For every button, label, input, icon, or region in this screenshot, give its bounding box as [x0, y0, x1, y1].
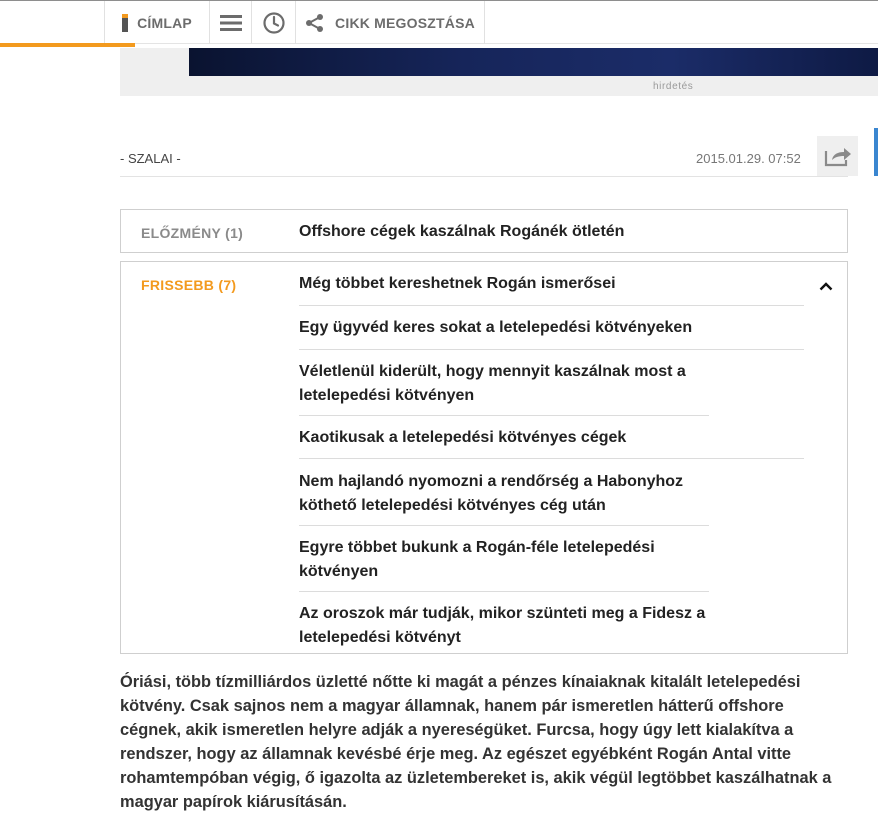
article-link[interactable]: Véletlenül kiderült, hogy mennyit kaszál…: [299, 360, 709, 408]
previous-article-link[interactable]: Offshore cégek kaszálnak Rogánék ötletén: [299, 223, 624, 241]
list-item[interactable]: Az oroszok már tudják, mikor szünteti me…: [299, 592, 759, 657]
newer-articles-list: Még többet kereshetnek Rogán ismerősei E…: [299, 262, 804, 657]
list-item[interactable]: Kaotikusak a letelepedési kötvényes cége…: [299, 416, 804, 459]
share-icon: [306, 13, 324, 32]
previous-articles-box: ELŐZMÉNY (1) Offshore cégek kaszálnak Ro…: [120, 209, 848, 253]
reading-progress-bar: [0, 43, 135, 47]
share-label: CIKK MEGOSZTÁSA: [335, 14, 475, 31]
ad-banner-image[interactable]: [189, 48, 878, 76]
article-link[interactable]: Egy ügyvéd keres sokat a letelepedési kö…: [299, 316, 804, 340]
previous-label: ELŐZMÉNY (1): [141, 225, 244, 241]
newer-articles-box: FRISSEBB (7) Még többet kereshetnek Rogá…: [120, 261, 848, 654]
clock-icon: [262, 11, 285, 34]
share-article-button[interactable]: CIKK MEGOSZTÁSA: [295, 1, 485, 44]
article-link[interactable]: Nem hajlandó nyomozni a rendőrség a Habo…: [299, 470, 709, 518]
article-link[interactable]: Egyre többet bukunk a Rogán-féle letelep…: [299, 536, 709, 584]
article-date: 2015.01.29. 07:52: [696, 151, 801, 166]
top-navigation-bar: CÍMLAP CIKK MEGOSZTÁSA: [0, 0, 878, 44]
home-label: CÍMLAP: [137, 14, 192, 31]
side-accent-strip: [874, 128, 878, 176]
list-item[interactable]: Egyre többet bukunk a Rogán-féle letelep…: [299, 526, 709, 592]
article-author: - SZALAI -: [120, 151, 181, 166]
article-link[interactable]: Kaotikusak a letelepedési kötvényes cége…: [299, 426, 804, 450]
newer-label: FRISSEBB (7): [141, 277, 237, 293]
ad-label: hirdetés: [653, 81, 694, 92]
article-lead-paragraph: Óriási, több tízmilliárdos üzletté nőtte…: [120, 673, 832, 811]
chevron-up-icon: [819, 282, 833, 291]
menu-button[interactable]: [209, 1, 251, 44]
home-link[interactable]: CÍMLAP: [104, 1, 209, 44]
article-link[interactable]: Még többet kereshetnek Rogán ismerősei: [299, 272, 804, 296]
latest-news-button[interactable]: [251, 1, 295, 44]
list-item[interactable]: Nem hajlandó nyomozni a rendőrség a Habo…: [299, 459, 709, 526]
share-arrow-icon: [824, 148, 851, 167]
divider: [120, 176, 848, 177]
home-logo-icon: [122, 13, 129, 32]
share-button[interactable]: [817, 136, 858, 176]
list-item[interactable]: Egy ügyvéd keres sokat a letelepedési kö…: [299, 306, 804, 350]
advertisement: hirdetés: [120, 48, 878, 96]
list-item[interactable]: Véletlenül kiderült, hogy mennyit kaszál…: [299, 350, 709, 416]
hamburger-icon: [219, 14, 242, 31]
list-item[interactable]: Még többet kereshetnek Rogán ismerősei: [299, 262, 804, 306]
article-link[interactable]: Az oroszok már tudják, mikor szünteti me…: [299, 602, 759, 650]
collapse-button[interactable]: [816, 276, 836, 296]
